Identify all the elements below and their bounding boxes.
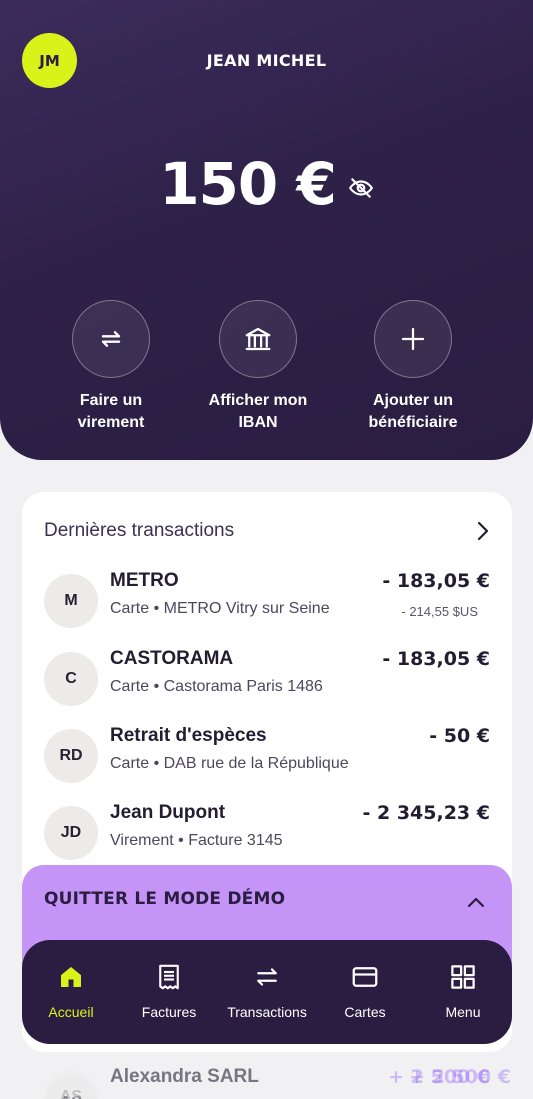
nav-label: Cartes [344,1004,386,1020]
transaction-amount: - 50 € [429,725,490,747]
transaction-avatar: AS [44,1076,98,1099]
nav-item-home[interactable]: Accueil [22,962,120,1020]
transaction-row[interactable]: JD Jean Dupont Virement • Facture 3145 -… [44,802,490,866]
transaction-name: METRO [110,570,179,591]
card-icon [352,967,378,987]
transaction-subtitle: Virement • Facture 3145 [110,832,283,849]
transfer-button[interactable]: Faire un virement [36,300,186,434]
iban-label: Afficher mon IBAN [208,392,308,431]
account-header: JM JEAN MICHEL 150 € Faire un virement A… [0,0,533,460]
plus-icon [401,327,425,351]
quit-demo-label: QUITTER LE MODE DÉMO [44,889,286,909]
transaction-avatar: C [44,652,98,706]
transaction-name: Retrait d'espèces [110,725,267,746]
iban-circle[interactable] [219,300,297,378]
add-beneficiary-label: Ajouter un bénéficiaire [368,392,458,431]
user-name: JEAN MICHEL [206,51,327,70]
nav-label: Accueil [48,1004,94,1020]
eye-off-icon[interactable] [348,175,374,201]
transaction-amount: - 2 345,23 € [362,802,491,824]
chevron-up-icon[interactable] [466,895,486,909]
transaction-row-peek[interactable]: AS Alexandra SARL + 2 500 € [44,1066,511,1099]
transaction-subtitle: Carte • METRO Vitry sur Seine [110,600,330,617]
show-iban-button[interactable]: Afficher mon IBAN [183,300,333,434]
transaction-amount: + 2 500 € [409,1066,511,1088]
transaction-row[interactable]: C CASTORAMA Carte • Castorama Paris 1486… [44,648,490,712]
transaction-avatar: M [44,574,98,628]
transaction-avatar: RD [44,729,98,783]
transaction-name: Jean Dupont [110,802,226,823]
nav-label: Menu [445,1004,481,1020]
invoice-icon [159,964,179,990]
transaction-row[interactable]: RD Retrait d'espèces Carte • DAB rue de … [44,725,490,789]
transaction-amount: - 183,05 € [382,570,490,592]
transaction-subtitle: Carte • DAB rue de la République [110,755,349,772]
transaction-name: CASTORAMA [110,648,234,669]
nav-item-transactions[interactable]: Transactions [218,962,316,1020]
transactions-title: Dernières transactions [44,520,235,541]
nav-label: Factures [141,1004,197,1020]
transfer-circle[interactable] [72,300,150,378]
transaction-amount-secondary: - 214,55 $US [401,604,478,619]
transactions-header[interactable]: Dernières transactions [44,516,490,546]
transaction-row[interactable]: M METRO Carte • METRO Vitry sur Seine - … [44,570,490,634]
nav-item-cards[interactable]: Cartes [316,962,414,1020]
grid-menu-icon [451,965,475,989]
transactions-arrows-icon [257,968,277,986]
bottom-navigation: Accueil Factures Transactions Cartes Men… [22,940,512,1044]
bank-icon [245,327,271,351]
add-beneficiary-circle[interactable] [374,300,452,378]
transaction-name: Alexandra SARL [110,1066,259,1087]
add-beneficiary-button[interactable]: Ajouter un bénéficiaire [338,300,488,434]
home-icon [61,967,81,987]
nav-label: Transactions [227,1004,307,1020]
transaction-subtitle: Carte • Castorama Paris 1486 [110,678,323,695]
quick-actions: Faire un virement Afficher mon IBAN Ajou… [0,300,533,440]
balance-row: 150 € [0,150,533,218]
nav-item-menu[interactable]: Menu [414,962,512,1020]
chevron-right-icon[interactable] [476,521,490,541]
transaction-amount: - 183,05 € [382,648,490,670]
transaction-avatar: JD [44,806,98,860]
account-balance: 150 € [159,150,337,218]
transfer-arrows-icon [101,331,121,347]
nav-item-invoices[interactable]: Factures [120,962,218,1020]
transfer-label: Faire un virement [77,392,145,431]
